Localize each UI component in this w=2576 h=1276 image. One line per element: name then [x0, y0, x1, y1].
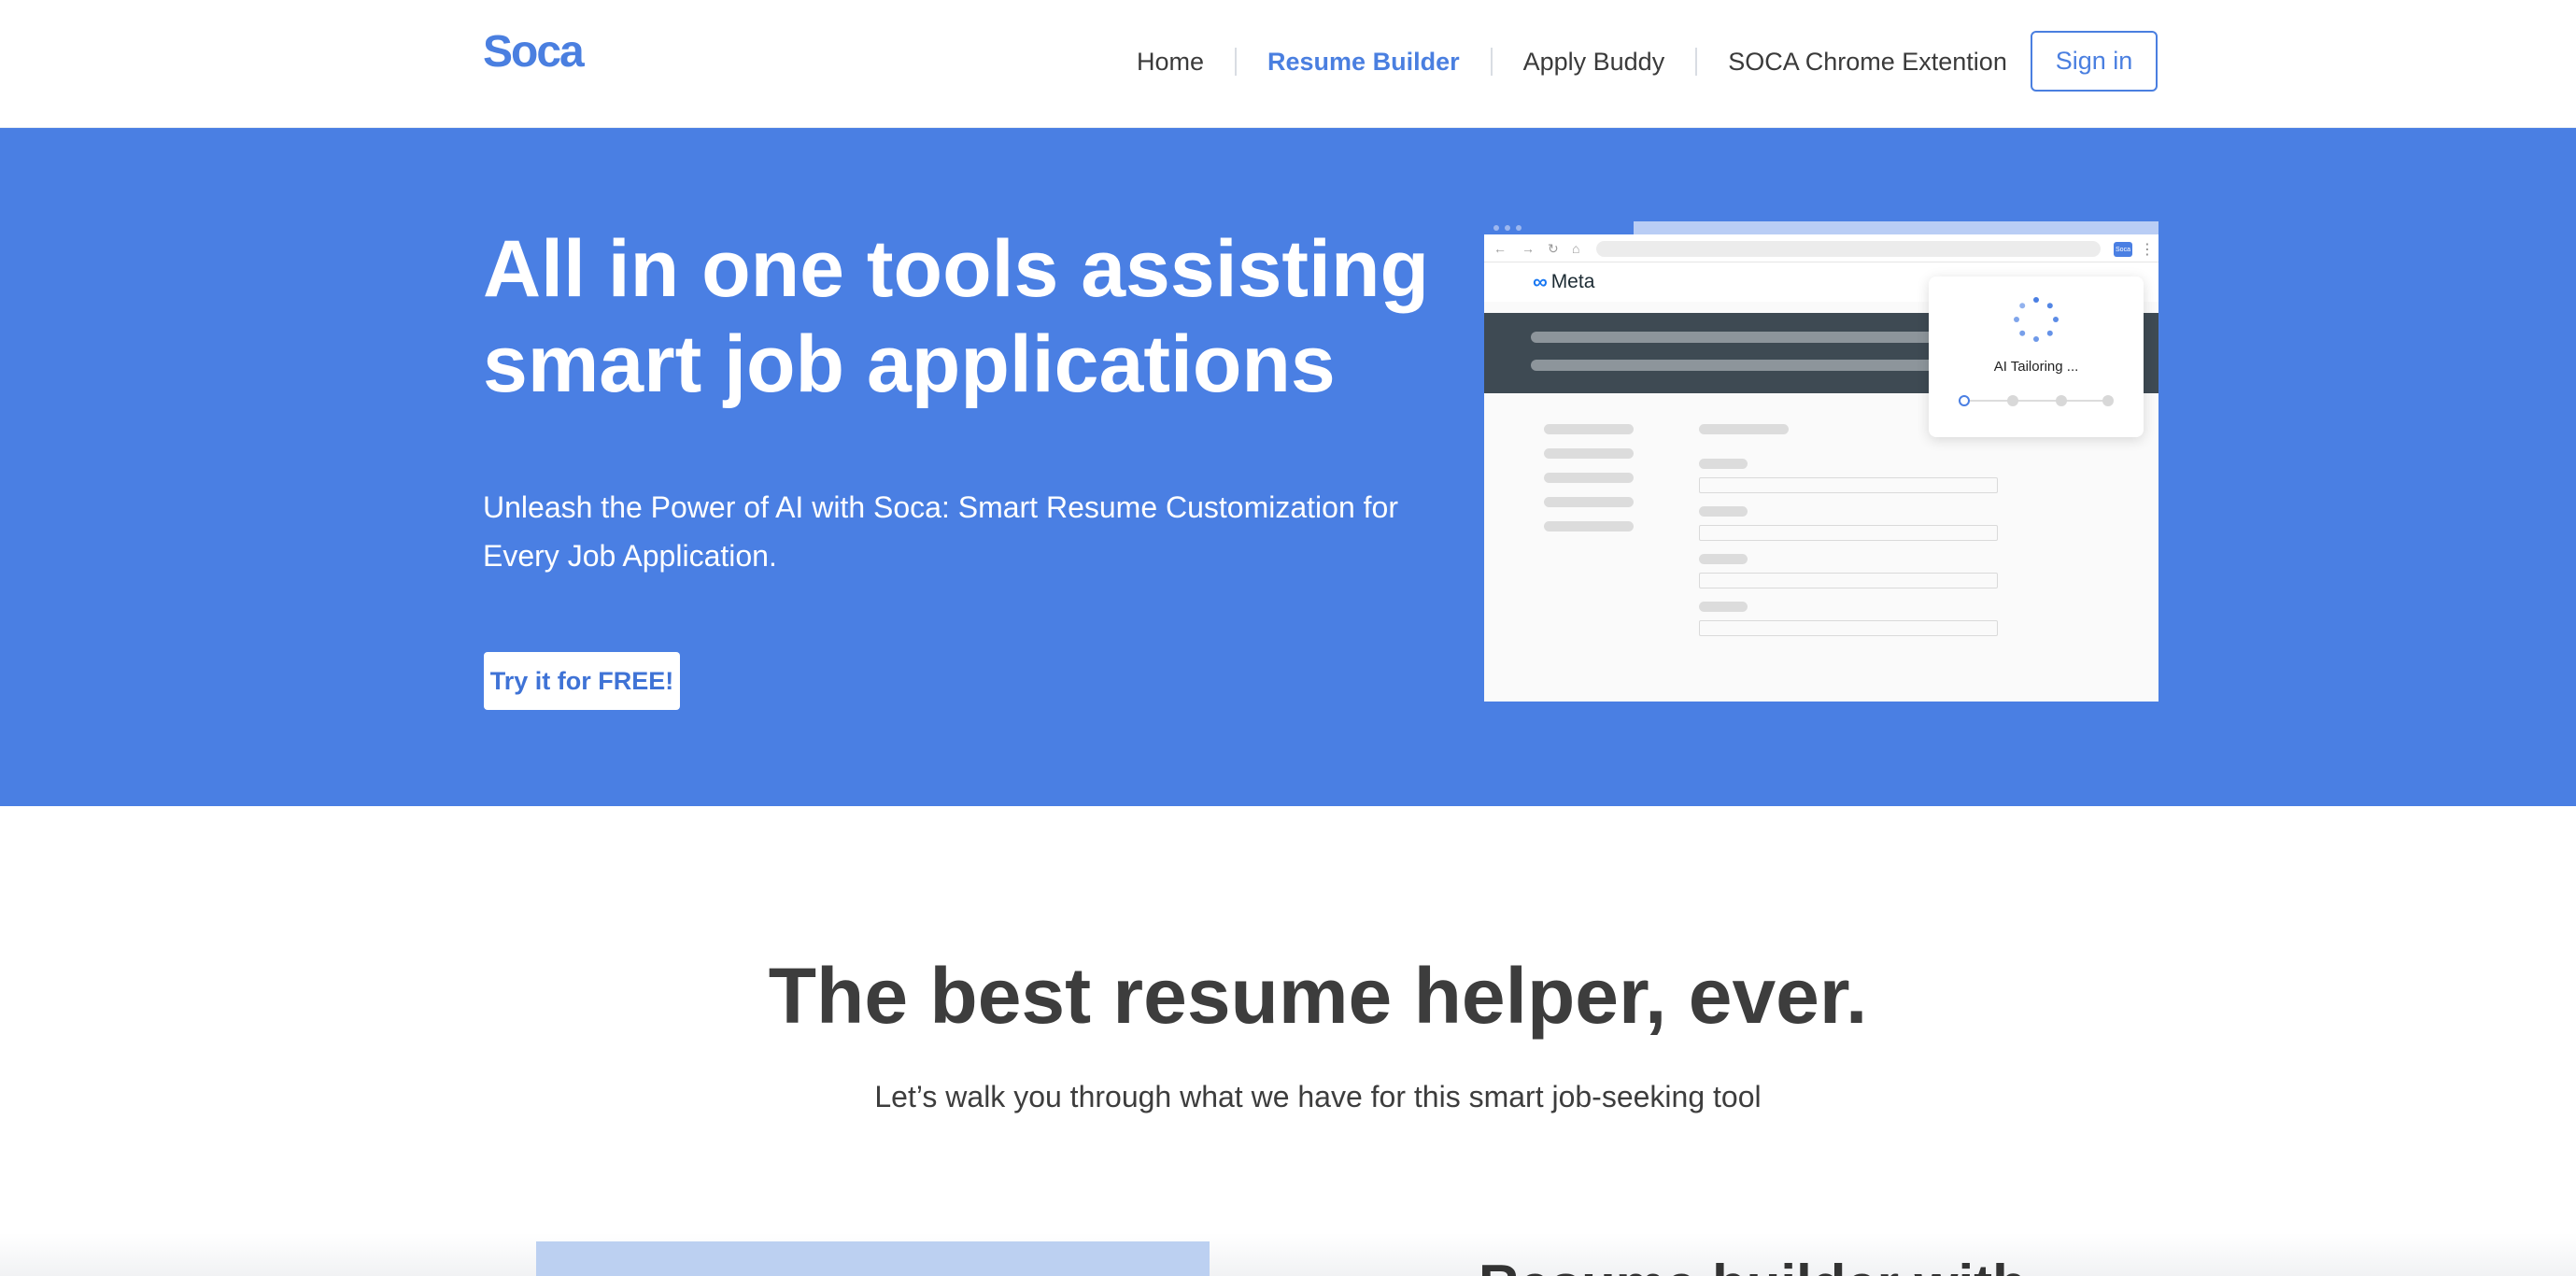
placeholder-line: [1699, 506, 1748, 517]
placeholder-line: [1544, 521, 1634, 532]
progress-step: [2056, 395, 2067, 406]
hero-subtitle: Unleash the Power of AI with Soca: Smart…: [483, 490, 1398, 573]
mockup-tab-bar: [1484, 221, 2158, 234]
reload-icon: ↻: [1548, 241, 1559, 256]
feature-card-shadow: [0, 1233, 2576, 1276]
hero-section: All in one tools assisting smart job app…: [0, 128, 2576, 806]
nav-home[interactable]: Home: [1106, 34, 1235, 90]
browser-mockup-illustration: ← → ↻ ⌂ Soca ⋮ ∞ Meta AI Tailoring ...: [1484, 221, 2158, 702]
placeholder-line: [1531, 360, 1960, 371]
window-dot-icon: [1493, 225, 1499, 231]
meta-infinity-icon: ∞: [1533, 270, 1548, 293]
kebab-menu-icon: ⋮: [2140, 242, 2155, 258]
section-subtitle: Let’s walk you through what we have for …: [874, 1080, 1762, 1113]
placeholder-field: [1699, 620, 1998, 636]
ai-tailoring-card: AI Tailoring ...: [1929, 276, 2144, 437]
nav-apply-buddy[interactable]: Apply Buddy: [1493, 34, 1696, 90]
window-dot-icon: [1505, 225, 1510, 231]
placeholder-line: [1531, 332, 1960, 343]
nav-chrome-extension[interactable]: SOCA Chrome Extention: [1697, 34, 2038, 90]
ai-tailoring-status: AI Tailoring ...: [1993, 359, 2079, 375]
placeholder-field: [1699, 525, 1998, 541]
progress-step: [2007, 395, 2018, 406]
placeholder-line: [1544, 448, 1634, 459]
placeholder-field: [1699, 573, 1998, 588]
sign-in-button[interactable]: Sign in: [2031, 31, 2158, 92]
meta-logo-text: Meta: [1550, 271, 1595, 292]
placeholder-line: [1699, 554, 1748, 564]
forward-arrow-icon: →: [1522, 241, 1535, 256]
loading-spinner-icon: [2014, 297, 2059, 342]
nav-links: Home Resume Builder Apply Buddy SOCA Chr…: [1106, 34, 2038, 90]
back-arrow-icon: ←: [1493, 241, 1507, 256]
ai-progress-track: [1964, 400, 2108, 402]
top-navbar: Soca Home Resume Builder Apply Buddy SOC…: [0, 0, 2576, 128]
mockup-url-bar: [1596, 241, 2101, 257]
placeholder-line: [1699, 602, 1748, 612]
soca-extension-icon: Soca: [2114, 242, 2132, 257]
placeholder-line: [1544, 497, 1634, 507]
placeholder-line: [1699, 424, 1789, 434]
progress-step-active: [1959, 395, 1970, 406]
hero-title: All in one tools assisting smart job app…: [483, 224, 1430, 409]
placeholder-line: [1699, 459, 1748, 469]
window-dot-icon: [1516, 225, 1522, 231]
feature-heading: Resume builder with: [1479, 1257, 2027, 1276]
placeholder-field: [1699, 477, 1998, 493]
mockup-toolbar: ← → ↻ ⌂ Soca ⋮: [1484, 234, 2158, 262]
progress-step: [2102, 395, 2114, 406]
placeholder-line: [1544, 424, 1634, 434]
placeholder-line: [1544, 473, 1634, 483]
soca-logo[interactable]: Soca: [483, 26, 585, 78]
nav-resume-builder[interactable]: Resume Builder: [1237, 34, 1491, 90]
feature-image-placeholder: [536, 1241, 1210, 1276]
home-icon: ⌂: [1572, 241, 1580, 256]
meta-logo: ∞ Meta: [1533, 270, 1594, 294]
section-title: The best resume helper, ever.: [768, 952, 1868, 1040]
try-free-button[interactable]: Try it for FREE!: [484, 652, 680, 710]
